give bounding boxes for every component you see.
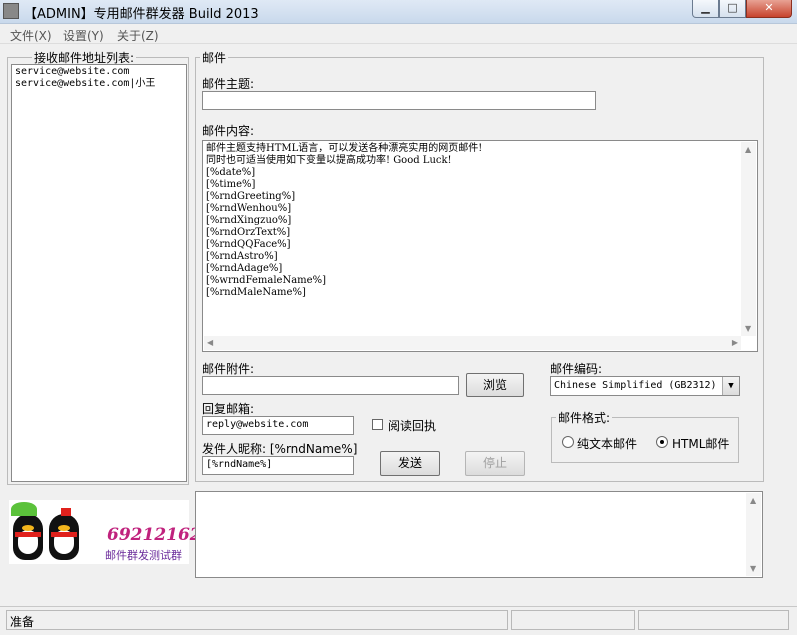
menu-file[interactable]: 文件(X): [10, 27, 52, 44]
html-radio[interactable]: [656, 436, 668, 448]
subject-input[interactable]: [202, 91, 596, 110]
body-line: [%wrndFemaleName%]: [206, 275, 326, 286]
status-text: 准备: [10, 615, 35, 629]
bow-icon: [61, 508, 71, 516]
scroll-down-icon[interactable]: ▼: [750, 564, 756, 573]
title-bar: 【ADMIN】专用邮件群发器 Build 2013 ▁ □ ✕: [0, 0, 797, 24]
status-pane: [638, 610, 789, 630]
scroll-right-icon[interactable]: ▶: [732, 338, 738, 347]
status-bar: 准备: [0, 606, 797, 635]
html-label[interactable]: HTML邮件: [672, 435, 729, 452]
subject-label: 邮件主题:: [202, 77, 255, 91]
sender-label: 发件人昵称: [%rndName%]: [202, 442, 358, 456]
body-horizontal-scrollbar[interactable]: ◀ ▶: [204, 336, 741, 350]
body-line: [%rndXingzuo%]: [206, 215, 292, 226]
menu-bar: 文件(X) 设置(Y) 关于(Z): [0, 24, 797, 44]
minimize-button[interactable]: ▁: [692, 0, 719, 18]
list-item[interactable]: service@website.com|小王: [15, 78, 183, 90]
body-line: [%rndGreeting%]: [206, 191, 296, 202]
send-button[interactable]: 发送: [380, 451, 440, 476]
read-receipt-checkbox[interactable]: [372, 419, 383, 430]
penguin-icon: [13, 514, 43, 560]
scroll-left-icon[interactable]: ◀: [207, 338, 213, 347]
maximize-button[interactable]: □: [719, 0, 746, 18]
body-line: [%rndOrzText%]: [206, 227, 291, 238]
body-label: 邮件内容:: [202, 124, 255, 138]
menu-settings[interactable]: 设置(Y): [63, 27, 104, 44]
body-vertical-scrollbar[interactable]: ▲ ▼: [741, 142, 756, 336]
log-textarea[interactable]: ▲ ▼: [195, 491, 763, 578]
mail-legend: 邮件: [200, 49, 229, 66]
read-receipt-label[interactable]: 阅读回执: [388, 417, 436, 434]
body-line: [%rndAstro%]: [206, 251, 278, 262]
attachment-input[interactable]: [202, 376, 459, 395]
logo-caption: 邮件群发测试群: [105, 549, 182, 562]
scroll-down-icon[interactable]: ▼: [745, 324, 751, 333]
body-line: 同时也可适当使用如下变量以提高成功率! Good Luck!: [206, 155, 452, 166]
body-line: [%rndAdage%]: [206, 263, 283, 274]
body-textarea[interactable]: 邮件主题支持HTML语言，可以发送各种漂亮实用的网页邮件! 同时也可适当使用如下…: [202, 140, 758, 352]
palm-leaf-icon: [11, 502, 37, 516]
body-line: [%rndWenhou%]: [206, 203, 292, 214]
encoding-value: Chinese Simplified (GB2312): [554, 380, 717, 391]
attachment-label: 邮件附件:: [202, 362, 255, 376]
body-line: [%time%]: [206, 179, 256, 190]
body-line: [%rndQQFace%]: [206, 239, 291, 250]
plain-text-label[interactable]: 纯文本邮件: [577, 435, 637, 452]
penguin-icon: [49, 514, 79, 560]
stop-button[interactable]: 停止: [465, 451, 525, 476]
body-line: 邮件主题支持HTML语言，可以发送各种漂亮实用的网页邮件!: [206, 143, 483, 154]
format-legend: 邮件格式:: [556, 409, 613, 426]
close-button[interactable]: ✕: [746, 0, 792, 18]
chevron-down-icon[interactable]: ▼: [722, 377, 739, 395]
browse-button[interactable]: 浏览: [466, 373, 524, 397]
encoding-select[interactable]: Chinese Simplified (GB2312) ▼: [550, 376, 740, 396]
scroll-up-icon[interactable]: ▲: [750, 496, 756, 505]
reply-label: 回复邮箱:: [202, 402, 255, 416]
list-item[interactable]: service@website.com: [15, 66, 183, 78]
status-pane: [511, 610, 635, 630]
scroll-up-icon[interactable]: ▲: [745, 145, 751, 154]
reply-input[interactable]: reply@website.com: [202, 416, 354, 435]
logo-number: 69212162: [107, 525, 202, 545]
window-title: 【ADMIN】专用邮件群发器 Build 2013: [24, 7, 259, 22]
status-pane-main: 准备: [6, 610, 508, 630]
body-text[interactable]: 邮件主题支持HTML语言，可以发送各种漂亮实用的网页邮件! 同时也可适当使用如下…: [204, 142, 741, 336]
encoding-label: 邮件编码:: [550, 362, 603, 376]
recipients-list[interactable]: service@website.com service@website.com|…: [11, 64, 187, 482]
log-scrollbar[interactable]: ▲ ▼: [746, 493, 761, 576]
app-icon: [3, 3, 19, 19]
logo: 69212162 邮件群发测试群: [9, 500, 202, 564]
body-line: [%date%]: [206, 167, 256, 178]
sender-input[interactable]: [%rndName%]: [202, 456, 354, 475]
body-line: [%rndMaleName%]: [206, 287, 306, 298]
menu-about[interactable]: 关于(Z): [117, 27, 159, 44]
plain-text-radio[interactable]: [562, 436, 574, 448]
